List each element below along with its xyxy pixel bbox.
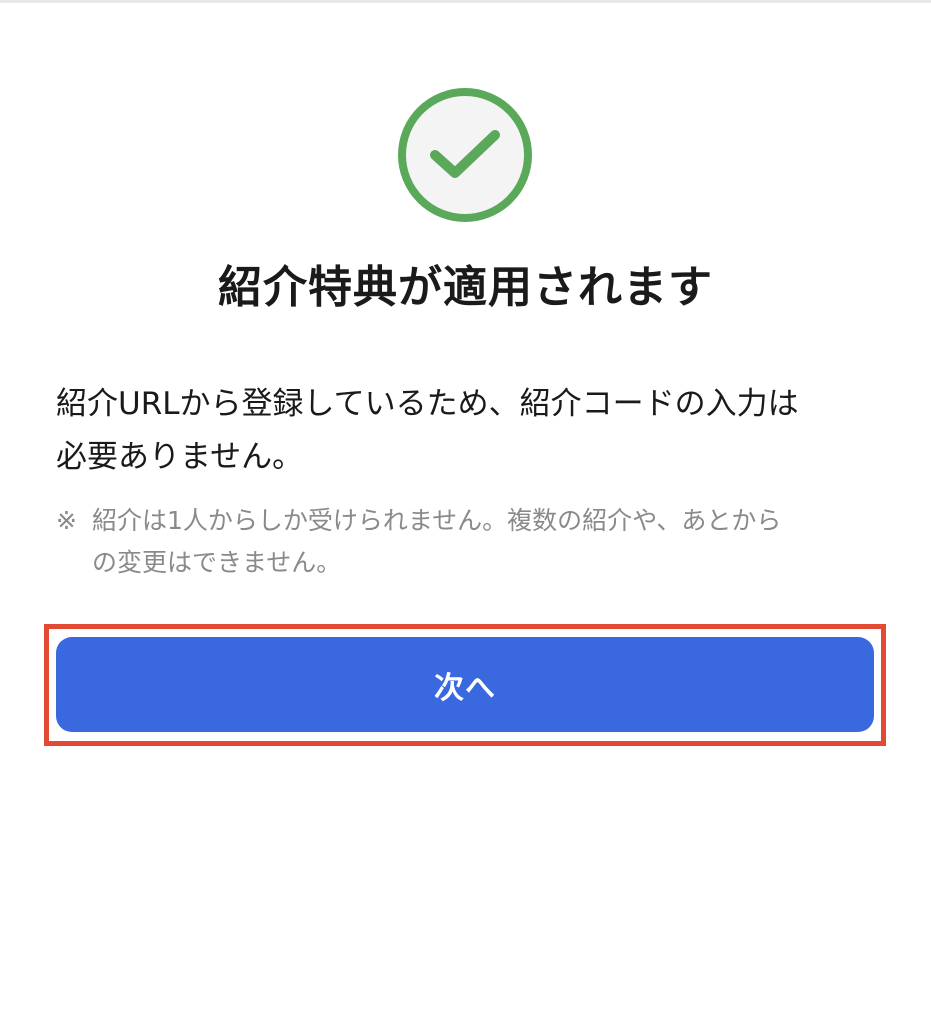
note-line-2: の変更はできません。 bbox=[92, 548, 342, 577]
note-text: ※ 紹介は1人からしか受けられません。複数の紹介や、あとから の変更はできません… bbox=[56, 500, 886, 584]
note-line-1: 紹介は1人からしか受けられません。複数の紹介や、あとから bbox=[92, 506, 782, 535]
description-text: 紹介URLから登録しているため、紹介コードの入力は 必要ありません。 bbox=[56, 378, 886, 484]
next-button[interactable]: 次へ bbox=[56, 637, 874, 732]
description-line-1: 紹介URLから登録しているため、紹介コードの入力は bbox=[56, 386, 799, 422]
check-circle-icon bbox=[398, 88, 532, 222]
top-divider bbox=[0, 0, 931, 3]
checkmark-icon bbox=[430, 130, 500, 178]
description-line-2: 必要ありません。 bbox=[56, 439, 304, 475]
note-mark: ※ bbox=[56, 506, 77, 535]
page-title: 紹介特典が適用されます bbox=[218, 262, 713, 313]
